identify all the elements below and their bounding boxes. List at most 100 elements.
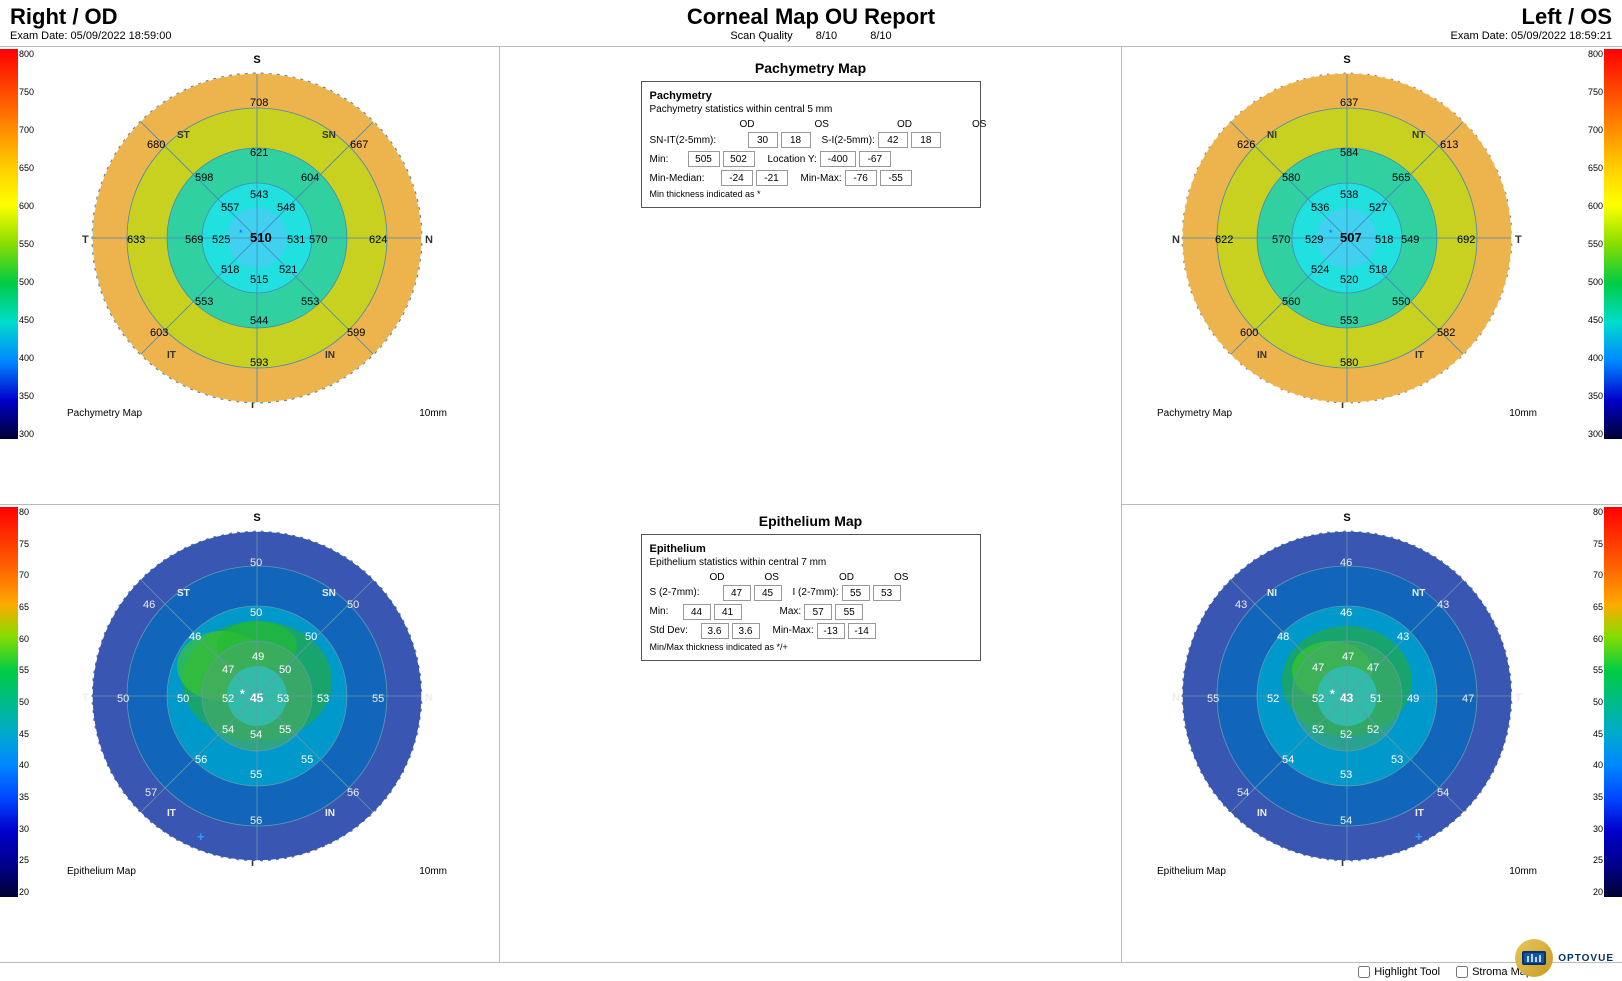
svg-text:52: 52	[1340, 729, 1352, 741]
svg-text:43: 43	[1340, 691, 1354, 705]
s-i-os: 18	[911, 132, 941, 148]
svg-text:NT: NT	[1412, 588, 1425, 599]
svg-text:N: N	[1172, 234, 1180, 246]
svg-text:I: I	[251, 859, 254, 866]
s-os-epi: 45	[754, 585, 782, 601]
svg-text:53: 53	[277, 693, 289, 705]
svg-text:55: 55	[301, 754, 313, 766]
svg-text:49: 49	[252, 651, 264, 663]
svg-text:604: 604	[301, 172, 319, 184]
highlight-tool-group[interactable]: Highlight Tool	[1358, 966, 1440, 978]
svg-text:49: 49	[1407, 693, 1419, 705]
min-median-os: -21	[756, 170, 788, 186]
svg-text:622: 622	[1215, 234, 1233, 246]
left-epi-svg-container: NI NT IN IT N T I * +	[1157, 526, 1537, 866]
svg-text:598: 598	[195, 172, 213, 184]
svg-text:529: 529	[1305, 234, 1323, 246]
scan-quality-os: 8/10	[870, 30, 891, 42]
svg-text:55: 55	[279, 724, 291, 736]
left-pachy-svg-container: NI NT IN IT N T I 507 * 538 520	[1157, 68, 1537, 408]
left-scale-right-epi: 80 75 70 65 60 55 50 45 40 35 30 25	[0, 507, 45, 960]
svg-text:T: T	[1515, 692, 1522, 704]
svg-text:56: 56	[195, 754, 207, 766]
svg-text:SN: SN	[322, 588, 336, 599]
svg-text:624: 624	[369, 234, 387, 246]
right-pachy-map-label: Pachymetry Map	[67, 408, 142, 419]
svg-text:43: 43	[1437, 599, 1449, 611]
svg-text:52: 52	[1267, 693, 1279, 705]
svg-text:IN: IN	[325, 808, 335, 819]
svg-text:633: 633	[127, 234, 145, 246]
svg-text:47: 47	[1367, 662, 1379, 674]
svg-text:692: 692	[1457, 234, 1475, 246]
epi-note: Min/Max thickness indicated as */+	[650, 642, 972, 652]
location-y-od: -400	[820, 151, 856, 167]
svg-text:507: 507	[1340, 230, 1362, 245]
svg-text:47: 47	[1462, 693, 1474, 705]
sn-it-os: 18	[781, 132, 811, 148]
svg-text:46: 46	[1340, 557, 1352, 569]
i-label-epi: I (2-7mm):	[793, 587, 839, 598]
right-scale-left-pachy: 800 750 700 650 600 550 500 450 400 350 …	[1572, 49, 1622, 502]
svg-text:46: 46	[189, 631, 201, 643]
epi-info-box: Epithelium Epithelium statistics within …	[641, 534, 981, 661]
stroma-map-checkbox[interactable]	[1456, 966, 1468, 978]
min-median-od: -24	[721, 170, 753, 186]
svg-text:IN: IN	[1257, 808, 1267, 819]
svg-text:52: 52	[1312, 693, 1324, 705]
header-left-exam: Exam Date: 05/09/2022 18:59:00	[10, 30, 171, 42]
svg-text:54: 54	[1282, 754, 1294, 766]
std-dev-od-epi: 3.6	[701, 623, 729, 639]
svg-text:667: 667	[350, 139, 368, 151]
location-y-label: Location Y:	[768, 154, 817, 165]
max-os-epi: 55	[835, 604, 863, 620]
svg-text:50: 50	[279, 664, 291, 676]
svg-text:*: *	[1329, 228, 1333, 238]
left-scale-right-pachy: 800 750 700 650 600 550 500 450 400 350 …	[0, 49, 45, 502]
svg-text:54: 54	[250, 729, 262, 741]
pachy-map-title: Pachymetry Map	[755, 60, 866, 76]
right-pachy-section: 800 750 700 650 600 550 500 450 400 350 …	[0, 47, 499, 504]
svg-text:N: N	[425, 234, 433, 246]
svg-text:NI: NI	[1267, 588, 1277, 599]
svg-text:ST: ST	[177, 130, 190, 141]
min-max-label-pachy: Min-Max:	[801, 173, 842, 184]
min-max-os-pachy: -55	[880, 170, 912, 186]
bottom-bar: Highlight Tool Stroma Map OPTOVUE	[0, 962, 1622, 981]
svg-text:580: 580	[1340, 357, 1358, 369]
svg-text:54: 54	[1437, 787, 1449, 799]
max-od-epi: 57	[804, 604, 832, 620]
svg-text:IT: IT	[167, 808, 176, 819]
header-right: Left / OS Exam Date: 05/09/2022 18:59:21	[1451, 4, 1612, 42]
s-od-epi: 47	[723, 585, 751, 601]
svg-text:50: 50	[250, 607, 262, 619]
svg-text:50: 50	[305, 631, 317, 643]
svg-text:47: 47	[1312, 662, 1324, 674]
svg-text:52: 52	[1312, 724, 1324, 736]
left-epi-map-label: Epithelium Map	[1157, 866, 1226, 877]
highlight-tool-checkbox[interactable]	[1358, 966, 1370, 978]
svg-text:527: 527	[1369, 202, 1387, 214]
left-pachy-map-area: S	[1122, 49, 1572, 502]
svg-text:553: 553	[1340, 315, 1358, 327]
svg-text:603: 603	[150, 327, 168, 339]
svg-text:565: 565	[1392, 172, 1410, 184]
svg-text:56: 56	[250, 815, 262, 827]
svg-text:IN: IN	[1257, 350, 1267, 361]
svg-text:515: 515	[250, 274, 268, 286]
right-epi-map-label: Epithelium Map	[67, 866, 136, 877]
i-od-epi: 55	[842, 585, 870, 601]
header-center: Corneal Map OU Report Scan Quality 8/10 …	[687, 4, 935, 42]
epi-s-label-left: S	[1343, 512, 1350, 524]
svg-text:550: 550	[1392, 296, 1410, 308]
svg-text:538: 538	[1340, 189, 1358, 201]
svg-text:46: 46	[143, 599, 155, 611]
min-median-label: Min-Median:	[650, 173, 718, 184]
svg-text:*: *	[1330, 687, 1335, 701]
min-label-pachy: Min:	[650, 154, 685, 165]
svg-text:51: 51	[1370, 693, 1382, 705]
epi-s-label-right: S	[253, 512, 260, 524]
right-pachy-map-area: S	[45, 49, 469, 502]
min-max-od-epi: -13	[817, 623, 845, 639]
i-os-epi: 53	[873, 585, 901, 601]
